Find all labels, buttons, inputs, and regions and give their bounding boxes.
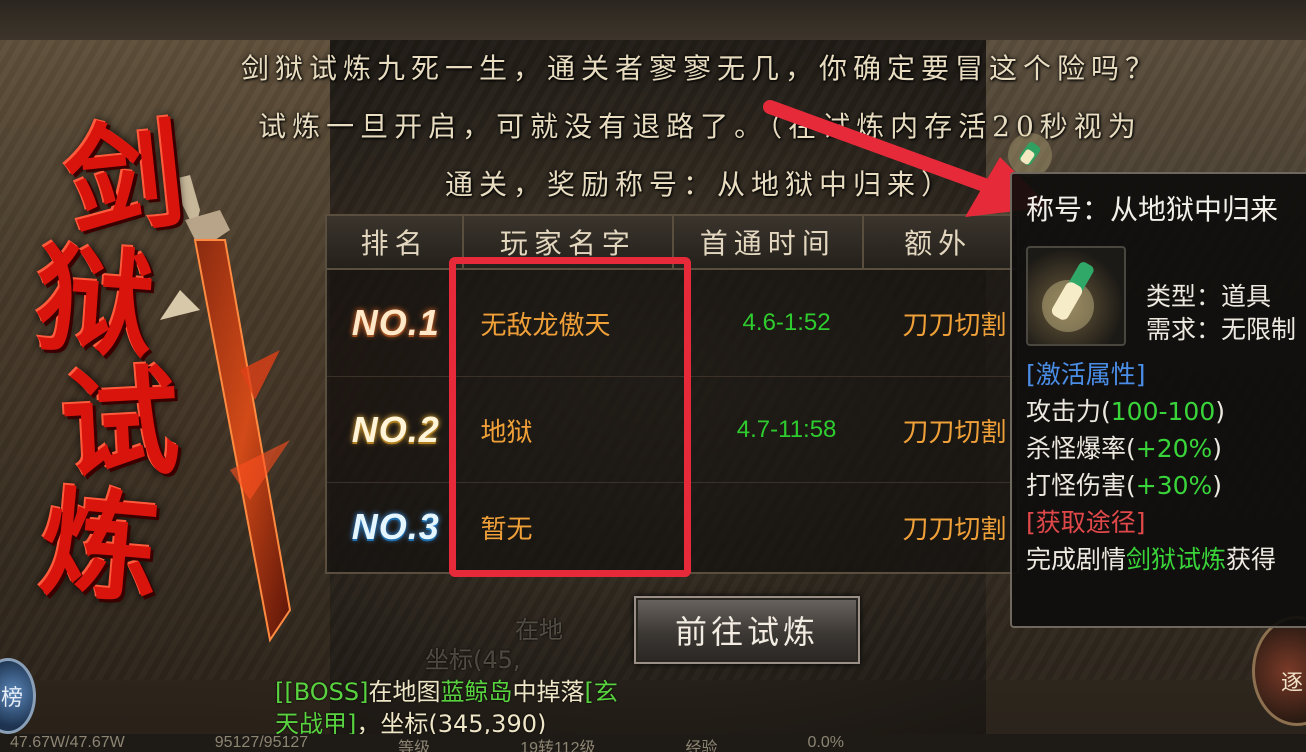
item-type: 类型：道具 [1146, 282, 1272, 311]
section-activate-attributes: [激活属性] [1026, 360, 1146, 389]
chat-map-link[interactable]: 蓝鲸岛 [441, 678, 513, 706]
title-char-3: 试 [57, 351, 183, 497]
game-title: 剑 狱 试 炼 [30, 103, 190, 620]
tooltip-item-summary: 类型：道具 需求：无限制 [1026, 246, 1306, 346]
status-bar: 47.67W/47.67W 95127/95127 等级 19转112级 经验 … [0, 734, 1306, 752]
exp-value: 0.0% [807, 734, 844, 751]
chat-message: [[BOSS]在地图蓝鲸岛中掉落[玄 [275, 678, 618, 706]
item-icon [1026, 246, 1126, 346]
level-label: 等级 [398, 740, 431, 752]
hp-value: 47.67W/47.67W [10, 734, 125, 751]
attr-attack-value: 100-100 [1110, 397, 1216, 426]
attr-drop-rate-value: +20% [1135, 434, 1213, 463]
exp-label: 经验 [685, 740, 718, 752]
rank-label: NO.1 [351, 302, 440, 343]
obtain-description: 完成剧情剑狱试炼获得 [1026, 545, 1277, 574]
extra-reward: 刀刀切割 [902, 310, 1007, 341]
chat-boss-tag: [BOSS] [284, 678, 369, 706]
title-char-1: 剑 [58, 103, 191, 254]
chat-faded-text: 在地 [515, 616, 563, 644]
item-requirement: 需求：无限制 [1146, 315, 1297, 344]
header-rank: 排名 [327, 216, 465, 268]
rank-label: NO.3 [351, 506, 440, 547]
section-obtain-method: [获取途径] [1026, 508, 1146, 537]
chat-item-link[interactable]: [玄 [585, 678, 618, 706]
title-char-4: 炼 [35, 471, 165, 621]
title-char-2: 狱 [31, 228, 159, 376]
highlight-annotation-box [449, 257, 691, 577]
extra-reward: 刀刀切割 [902, 417, 1007, 448]
intro-line-1: 剑狱试炼九死一生，通关者寥寥无几，你确定要冒这个险吗？ [240, 52, 1159, 85]
rank-label: NO.2 [351, 409, 440, 450]
scroll-icon [1042, 262, 1094, 332]
attr-drop-rate: 杀怪爆率(+20%) [1026, 434, 1223, 463]
attr-attack: 攻击力(100-100) [1026, 397, 1225, 426]
tooltip-title: 称号：从地狱中归来 [1026, 193, 1279, 226]
clear-time: 4.6-1:52 [742, 309, 831, 336]
level-value: 19转112级 [520, 740, 596, 752]
chat-faded-text: 坐标(45, [425, 646, 521, 674]
title-tooltip: 称号：从地狱中归来 类型：道具 需求：无限制 [激活属性] 攻击力(100-10… [1010, 172, 1306, 628]
chat-log: 在地 坐标(45, [[BOSS]在地图蓝鲸岛中掉落[玄 天战甲]，坐标(345… [275, 616, 805, 740]
background-top-strip [0, 0, 1306, 40]
attr-monster-damage: 打怪伤害(+30%) [1026, 471, 1223, 500]
quest-name: 剑狱试炼 [1126, 545, 1227, 574]
mp-value: 95127/95127 [214, 734, 309, 751]
attr-monster-damage-value: +30% [1135, 471, 1213, 500]
extra-reward: 刀刀切割 [902, 514, 1007, 545]
clear-time: 4.7-11:58 [736, 416, 837, 443]
